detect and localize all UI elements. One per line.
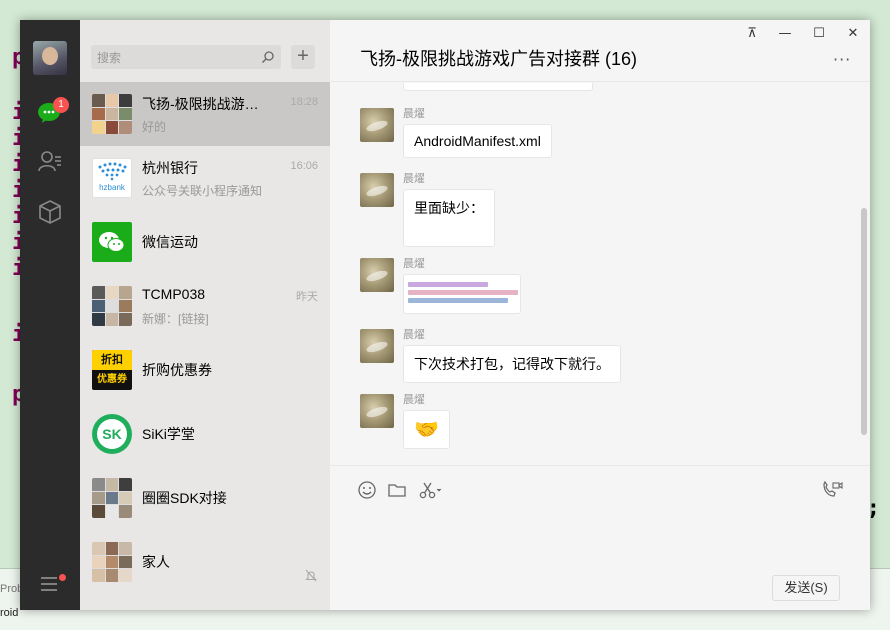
group-avatar [92,94,132,134]
message-list: 晨燿 AndroidManifest.xml 晨燿 里面缺少： 晨燿 晨燿 下次… [330,83,870,465]
scrollbar-thumb[interactable] [861,208,867,435]
group-avatar [92,478,132,518]
siki-logo-text: SK [97,419,127,449]
conversation-name: 家人 [142,554,170,570]
folder-icon[interactable] [387,480,407,500]
conversation-name: TCMP038 [142,286,206,302]
box-icon[interactable] [37,199,63,225]
conversation-item[interactable]: 微信运动 [80,210,330,274]
conversation-name: 折购优惠券 [142,362,212,378]
conversation-preview: 好的 [142,120,167,134]
contacts-icon[interactable] [37,149,63,175]
sender-avatar[interactable] [360,329,394,363]
search-input[interactable]: 搜索 [91,45,281,69]
search-placeholder: 搜索 [97,51,122,65]
conversation-item[interactable]: 圈圈SDK对接 [80,466,330,530]
conversation-name: 杭州银行 [142,160,198,176]
sender-avatar[interactable] [360,173,394,207]
sender-avatar[interactable] [360,108,394,142]
hzbank-logo: hzbank [92,158,132,198]
close-button[interactable]: ✕ [843,26,863,42]
sender-name: 晨燿 [403,394,425,406]
zhegou-logo-bottom: 优惠券 [97,374,127,385]
sender-avatar[interactable] [360,258,394,292]
emoji-icon[interactable] [357,480,377,500]
conversation-item[interactable]: SK SiKi学堂 [80,402,330,466]
scissors-icon[interactable] [418,480,444,500]
nav-bar: 1 [20,20,80,610]
zhegou-logo-top: 折扣 [92,350,132,370]
wechat-sport-avatar [92,222,132,262]
wechat-window: 1 搜索 + 飞扬-极限挑战游戏广 好的 18:28 hzbank 杭州银行 公… [20,20,870,610]
console-text: roid [0,607,19,619]
message-bubble[interactable]: 里面缺少： [403,189,495,247]
conversation-preview: 新娜：[链接] [142,312,209,326]
conversation-item[interactable]: hzbank 杭州银行 公众号关联小程序通知 16:06 [80,146,330,210]
sender-avatar[interactable] [360,394,394,428]
zhegou-logo: 折扣 优惠券 [92,350,132,390]
conversation-preview: 公众号关联小程序通知 [142,184,263,198]
send-button[interactable]: 发送(S) [772,575,840,601]
chat-header: 飞扬-极限挑战游戏广告对接群 (16) ⊼ — ☐ ✕ ··· [330,20,870,82]
sender-name: 晨燿 [403,258,425,270]
conversation-item[interactable]: 飞扬-极限挑战游戏广告对接群 好的 18:28 [80,82,330,146]
conversation-name: SiKi学堂 [142,426,195,442]
minimize-button[interactable]: — [775,26,795,42]
hzbank-logo-text: hzbank [99,183,126,192]
more-options-icon[interactable]: ··· [833,50,851,69]
sender-name: 晨燿 [403,108,425,120]
message-input-area[interactable]: 发送(S) [330,465,870,610]
sender-name: 晨燿 [403,329,425,341]
chat-title: 飞扬-极限挑战游戏广告对接群 (16) [360,49,638,69]
conversation-item[interactable]: TCMP038 新娜：[链接] 昨天 [80,274,330,338]
wechat-logo-icon [99,232,125,252]
conversation-name: 飞扬-极限挑战游戏广告对接群 [142,96,270,112]
group-avatar [92,286,132,326]
pin-window-icon[interactable]: ⊼ [742,26,762,42]
conversation-time: 16:06 [290,160,318,172]
maximize-button[interactable]: ☐ [809,26,829,42]
conversation-list: 搜索 + 飞扬-极限挑战游戏广告对接群 好的 18:28 [80,20,330,610]
image-message[interactable] [403,274,521,314]
mute-icon [305,569,317,582]
conversation-name: 圈圈SDK对接 [142,490,227,506]
conversation-item[interactable]: 家人 [80,530,330,594]
add-chat-button[interactable]: + [291,45,315,69]
conversation-name: 微信运动 [142,234,198,250]
message-bubble[interactable]: AndroidManifest.xml [403,124,552,158]
search-icon [262,51,274,63]
sender-name: 晨燿 [403,173,425,185]
unread-badge: 1 [53,97,69,113]
menu-notification-dot [59,574,66,581]
conversation-time: 昨天 [296,291,318,303]
previous-message-bubble [403,83,593,91]
siki-logo: SK [92,414,132,454]
conversation-time: 18:28 [290,96,318,108]
conversation-item[interactable]: 折扣 优惠券 折购优惠券 [80,338,330,402]
group-avatar [92,542,132,582]
my-avatar[interactable] [33,41,67,75]
emoji-message[interactable]: 🤝 [403,410,450,449]
chat-pane: 飞扬-极限挑战游戏广告对接群 (16) ⊼ — ☐ ✕ ··· 晨燿 Andro… [330,20,870,610]
video-call-icon[interactable] [821,480,843,500]
message-bubble[interactable]: 下次技术打包，记得改下就行。 [403,345,621,383]
